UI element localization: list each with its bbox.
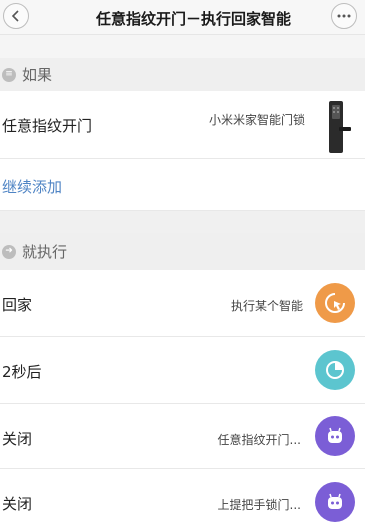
action-value: 任意指纹开门... (217, 433, 301, 447)
action-row[interactable]: 2秒后 (0, 337, 365, 404)
chevron-left-icon (11, 10, 19, 22)
action-value: 执行某个智能 (230, 299, 303, 313)
page-title: 任意指纹开门－执行回家智能 (95, 10, 291, 28)
action-value: 上提把手锁门... (217, 498, 301, 512)
door-lock-image (329, 101, 351, 153)
robot-icon (315, 416, 355, 456)
list-icon: ≡ (2, 67, 16, 82)
add-condition-button[interactable]: 继续添加 (0, 159, 365, 211)
title-bar: 任意指纹开门－执行回家智能 (0, 0, 365, 35)
then-section-header: ➜ 就执行 (0, 233, 365, 270)
section-divider (0, 211, 365, 233)
if-section-header: ≡ 如果 (0, 58, 365, 91)
condition-device: 小米米家智能门锁 (208, 113, 305, 127)
robot-icon (315, 482, 355, 522)
add-condition-label: 继续添加 (2, 178, 63, 196)
action-label: 2秒后 (2, 363, 42, 381)
then-section-label: 就执行 (22, 243, 68, 261)
action-label: 回家 (2, 296, 33, 314)
action-row[interactable]: 关闭 任意指纹开门... (0, 404, 365, 469)
condition-row[interactable]: 任意指纹开门 小米米家智能门锁 (0, 91, 365, 159)
if-section-label: 如果 (22, 66, 53, 84)
action-label: 关闭 (2, 430, 33, 448)
action-label: 关闭 (2, 495, 33, 513)
arrow-right-icon: ➜ (2, 244, 16, 259)
cursor-click-icon (315, 283, 355, 323)
action-row[interactable]: 回家 执行某个智能 (0, 270, 365, 337)
more-button[interactable] (331, 3, 357, 29)
action-row[interactable]: 关闭 上提把手锁门... (0, 469, 365, 529)
back-button[interactable] (3, 3, 29, 29)
condition-label: 任意指纹开门 (2, 117, 93, 135)
clock-icon (315, 350, 355, 390)
ellipsis-icon (337, 14, 351, 18)
